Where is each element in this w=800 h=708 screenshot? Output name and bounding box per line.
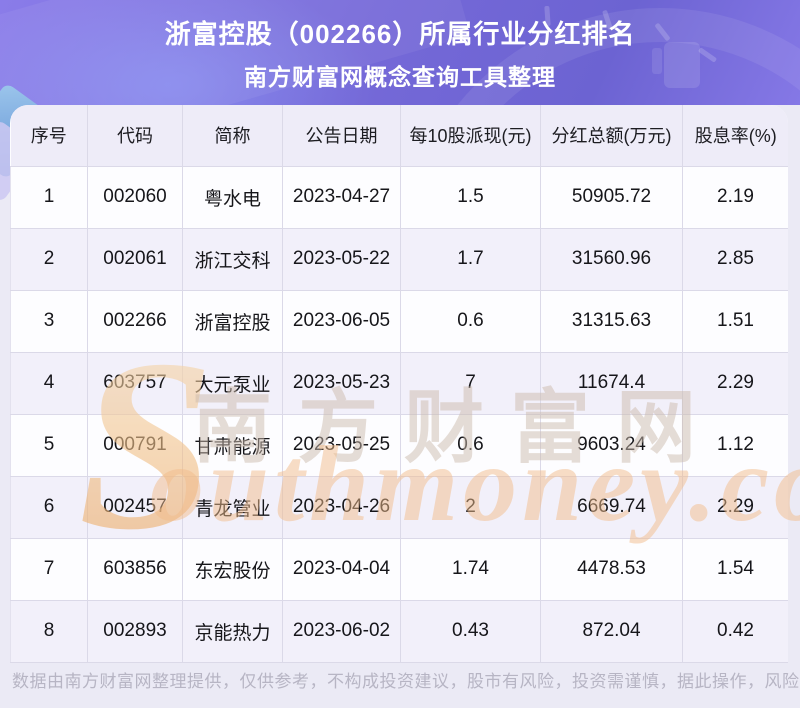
table-cell: 50905.72 bbox=[540, 165, 683, 229]
column-header-2: 代码 bbox=[87, 105, 183, 167]
table-cell: 京能热力 bbox=[182, 599, 283, 663]
page-title: 浙富控股（002266）所属行业分红排名 bbox=[164, 18, 636, 49]
disclaimer-text: 数据由南方财富网整理提供，仅供参考，不构成投资建议，股市有风险，投资需谨慎，据此… bbox=[12, 672, 800, 691]
table-cell: 002266 bbox=[87, 289, 183, 353]
table-cell: 2.29 bbox=[682, 475, 788, 539]
table-cell: 2023-04-04 bbox=[282, 537, 401, 601]
table-cell: 2023-04-26 bbox=[282, 475, 401, 539]
table-cell: 1.12 bbox=[682, 413, 788, 477]
table-row: 8 002893 京能热力 2023-06-02 0.43 872.04 0.42 bbox=[10, 599, 788, 663]
table-cell: 000791 bbox=[87, 413, 183, 477]
table-cell: 1.7 bbox=[400, 227, 541, 291]
banner: 浙富控股（002266）所属行业分红排名 南方财富网概念查询工具整理 bbox=[0, 0, 800, 105]
column-header-1: 序号 bbox=[10, 105, 88, 167]
table-cell: 002061 bbox=[87, 227, 183, 291]
table-cell: 1.51 bbox=[682, 289, 788, 353]
table-cell: 1 bbox=[10, 165, 88, 229]
table-cell: 603856 bbox=[87, 537, 183, 601]
column-header-4: 公告日期 bbox=[282, 105, 401, 167]
fuel-pump-icon bbox=[652, 42, 700, 88]
table-cell: 002893 bbox=[87, 599, 183, 663]
table-cell: 603757 bbox=[87, 351, 183, 415]
page-subtitle: 南方财富网概念查询工具整理 bbox=[244, 63, 556, 90]
table-cell: 大元泵业 bbox=[182, 351, 283, 415]
column-header-5: 每10股派现(元) bbox=[400, 105, 541, 167]
table-cell: 002457 bbox=[87, 475, 183, 539]
table-cell: 11674.4 bbox=[540, 351, 683, 415]
table-cell: 2.19 bbox=[682, 165, 788, 229]
table-cell: 2023-05-22 bbox=[282, 227, 401, 291]
table-cell: 9603.24 bbox=[540, 413, 683, 477]
dividend-table: 序号 代码 简称 公告日期 每10股派现(元) 分红总额(万元) 股息率(%) 1 00206… bbox=[10, 105, 788, 663]
table-cell: 2023-06-02 bbox=[282, 599, 401, 663]
table-cell: 0.42 bbox=[682, 599, 788, 663]
table-row: 6 002457 青龙管业 2023-04-26 2 6669.74 2.29 bbox=[10, 475, 788, 539]
table-cell: 31560.96 bbox=[540, 227, 683, 291]
table-cell: 8 bbox=[10, 599, 88, 663]
table-cell: 3 bbox=[10, 289, 88, 353]
table-cell: 2023-06-05 bbox=[282, 289, 401, 353]
table-cell: 2 bbox=[400, 475, 541, 539]
table-cell: 2 bbox=[10, 227, 88, 291]
table-cell: 5 bbox=[10, 413, 88, 477]
table-cell: 7 bbox=[10, 537, 88, 601]
table-cell: 7 bbox=[400, 351, 541, 415]
table-cell: 1.5 bbox=[400, 165, 541, 229]
table-row: 4 603757 大元泵业 2023-05-23 7 11674.4 2.29 bbox=[10, 351, 788, 415]
table-cell: 东宏股份 bbox=[182, 537, 283, 601]
table-cell: 0.6 bbox=[400, 289, 541, 353]
table-cell: 6 bbox=[10, 475, 88, 539]
table-cell: 6669.74 bbox=[540, 475, 683, 539]
column-header-7: 股息率(%) bbox=[682, 105, 788, 167]
table-cell: 2023-05-25 bbox=[282, 413, 401, 477]
table-row: 3 002266 浙富控股 2023-06-05 0.6 31315.63 1.51 bbox=[10, 289, 788, 353]
table-cell: 4 bbox=[10, 351, 88, 415]
header-row: 序号 代码 简称 公告日期 每10股派现(元) 分红总额(万元) 股息率(%) bbox=[10, 105, 788, 167]
table-row: 2 002061 浙江交科 2023-05-22 1.7 31560.96 2.85 bbox=[10, 227, 788, 291]
table-cell: 1.54 bbox=[682, 537, 788, 601]
column-header-6: 分红总额(万元) bbox=[540, 105, 683, 167]
table-cell: 002060 bbox=[87, 165, 183, 229]
table-cell: 甘肃能源 bbox=[182, 413, 283, 477]
table-cell: 粤水电 bbox=[182, 165, 283, 229]
table-cell: 2.85 bbox=[682, 227, 788, 291]
column-header-3: 简称 bbox=[182, 105, 283, 167]
table-row: 7 603856 东宏股份 2023-04-04 1.74 4478.53 1.54 bbox=[10, 537, 788, 601]
table-cell: 4478.53 bbox=[540, 537, 683, 601]
table-cell: 31315.63 bbox=[540, 289, 683, 353]
table-cell: 2023-04-27 bbox=[282, 165, 401, 229]
table-cell: 1.74 bbox=[400, 537, 541, 601]
table-cell: 0.43 bbox=[400, 599, 541, 663]
table-cell: 2.29 bbox=[682, 351, 788, 415]
table-cell: 2023-05-23 bbox=[282, 351, 401, 415]
table-cell: 浙江交科 bbox=[182, 227, 283, 291]
table-cell: 872.04 bbox=[540, 599, 683, 663]
table-cell: 青龙管业 bbox=[182, 475, 283, 539]
table-cell: 浙富控股 bbox=[182, 289, 283, 353]
table-row: 5 000791 甘肃能源 2023-05-25 0.6 9603.24 1.12 bbox=[10, 413, 788, 477]
dividend-table-panel: 序号 代码 简称 公告日期 每10股派现(元) 分红总额(万元) 股息率(%) 1 00206… bbox=[10, 105, 788, 663]
table-row: 1 002060 粤水电 2023-04-27 1.5 50905.72 2.19 bbox=[10, 165, 788, 229]
table-cell: 0.6 bbox=[400, 413, 541, 477]
